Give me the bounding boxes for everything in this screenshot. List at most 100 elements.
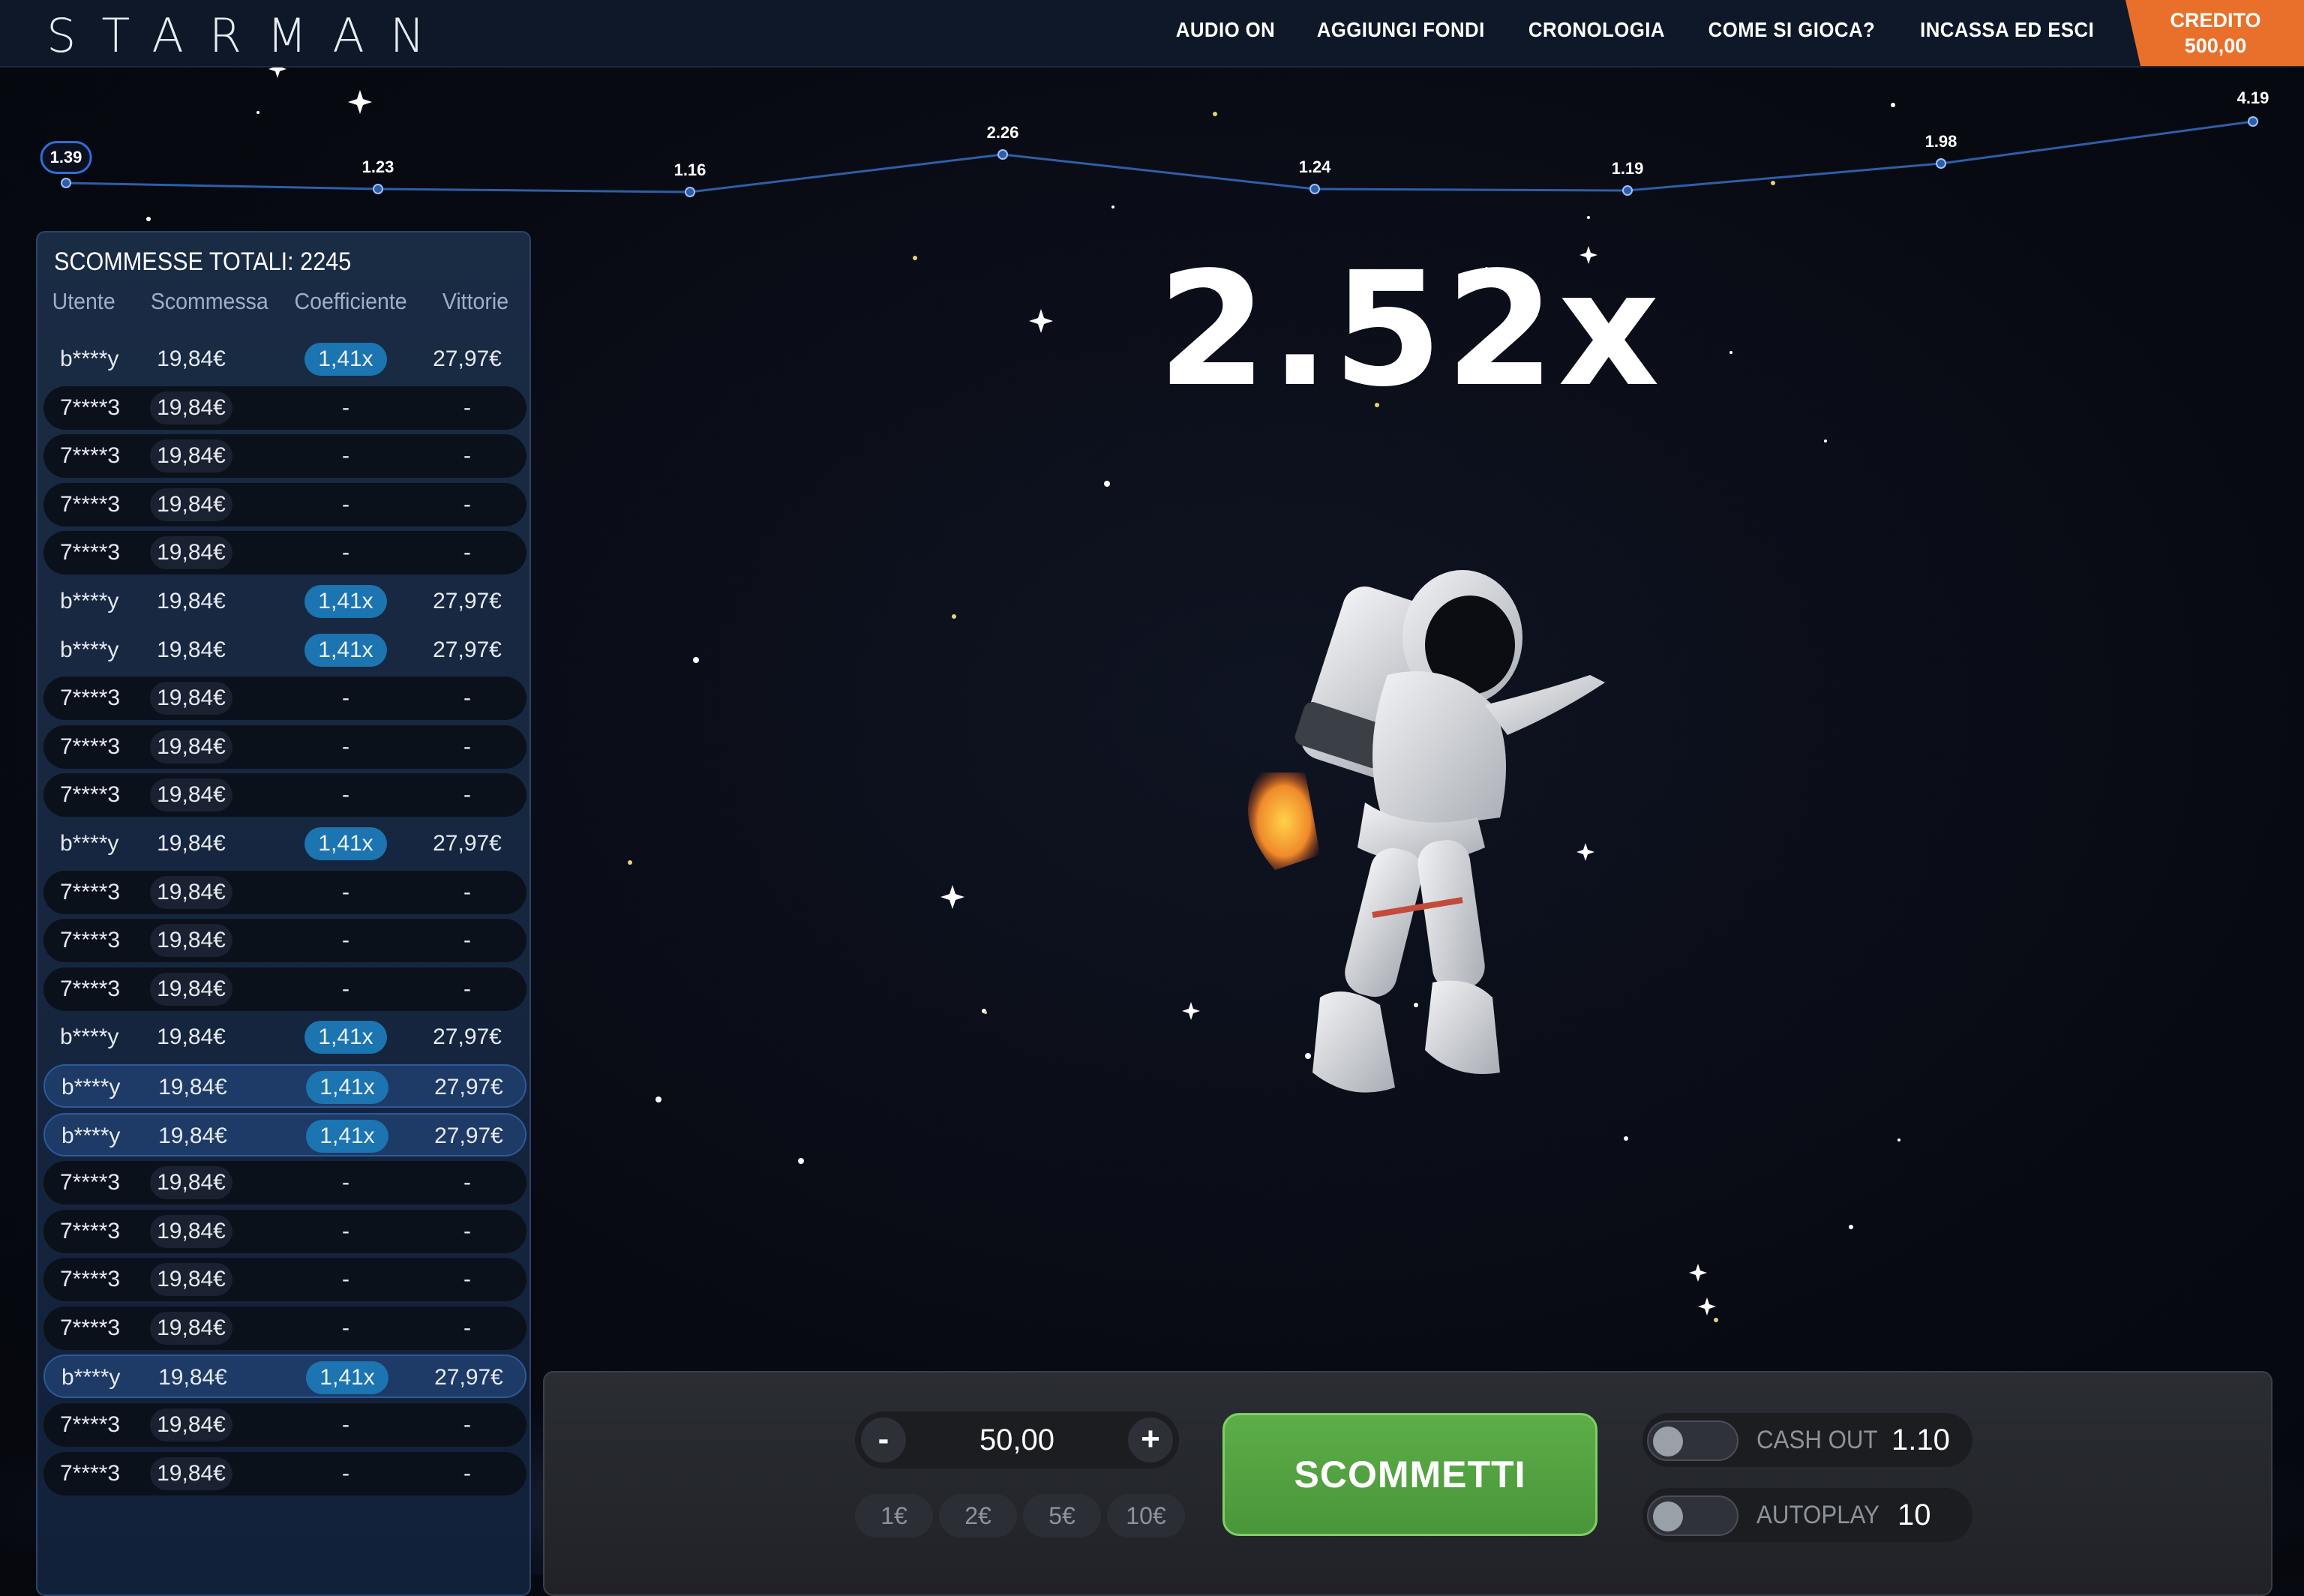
row-user: 7****3 — [60, 1412, 121, 1438]
how-to-play-link[interactable]: COME SI GIOCA? — [1708, 18, 1875, 42]
multiplier-history: 1.39 1.23 1.16 2.26 1.24 1.19 1.98 4.19 — [0, 68, 2304, 232]
row-win: - — [464, 879, 471, 904]
main-nav: AUDIO ON AGGIUNGI FONDI CRONOLOGIA COME … — [1172, 0, 2102, 60]
row-bet: 19,84€ — [150, 391, 232, 424]
current-multiplier: 2.52x — [1157, 238, 1663, 422]
row-win: - — [464, 1315, 471, 1340]
quick-amount-button[interactable]: 1€ — [855, 1494, 933, 1538]
row-bet: 19,84€ — [157, 346, 226, 371]
table-row: 7****3 19,84€ - - — [44, 967, 526, 1011]
cashout-exit-link[interactable]: INCASSA ED ESCI — [1920, 18, 2094, 42]
row-user: b****y — [60, 1024, 119, 1050]
row-win: - — [464, 734, 471, 759]
row-coef: 1,41x — [304, 633, 387, 667]
history-value[interactable]: 1.16 — [674, 160, 706, 180]
row-coef: 1,41x — [306, 1361, 388, 1395]
row-coef: - — [342, 928, 350, 953]
row-user: 7****3 — [60, 1315, 121, 1340]
table-row: 7****3 19,84€ - - — [44, 1306, 526, 1350]
autoplay-row: AUTOPLAY 10 — [1642, 1488, 1972, 1542]
quick-amount-button[interactable]: 2€ — [939, 1494, 1017, 1538]
row-win: - — [464, 686, 471, 711]
history-value[interactable]: 1.98 — [1925, 132, 1958, 152]
row-user: b****y — [60, 346, 119, 371]
row-win: - — [464, 491, 471, 517]
row-bet: 19,84€ — [150, 440, 232, 473]
row-user: 7****3 — [60, 1218, 121, 1244]
table-row: b****y 19,84€ 1,41x 27,97€ — [44, 822, 526, 866]
toggle-knob — [1653, 1426, 1683, 1456]
row-user: 7****3 — [60, 1460, 121, 1486]
quick-amount-button[interactable]: 5€ — [1023, 1494, 1101, 1538]
amount-stepper: - 50,00 + — [855, 1412, 1179, 1468]
row-bet: 19,84€ — [150, 536, 232, 570]
table-row: 7****3 19,84€ - - — [44, 676, 526, 721]
credit-label: CREDITO — [2170, 9, 2261, 32]
row-coef: 1,41x — [306, 1070, 388, 1104]
table-row: 7****3 19,84€ - - — [44, 386, 526, 430]
row-coef: - — [342, 540, 350, 566]
table-row: b****y 19,84€ 1,41x 27,97€ — [44, 628, 526, 672]
table-row: b****y 19,84€ 1,41x 27,97€ — [44, 1064, 526, 1108]
row-bet: 19,84€ — [150, 488, 232, 521]
row-bet: 19,84€ — [150, 1311, 232, 1345]
cashout-toggle[interactable] — [1647, 1420, 1738, 1461]
row-bet: 19,84€ — [150, 682, 232, 716]
autoplay-value[interactable]: 10 — [1898, 1488, 1931, 1542]
row-bet: 19,84€ — [150, 875, 232, 909]
row-bet: 19,84€ — [150, 778, 232, 812]
quick-amount-button[interactable]: 10€ — [1107, 1494, 1185, 1538]
audio-toggle-link[interactable]: AUDIO ON — [1176, 18, 1275, 42]
astronaut-illustration — [1248, 570, 1605, 1093]
row-win: 27,97€ — [433, 1024, 502, 1050]
history-value[interactable]: 1.19 — [1612, 159, 1644, 178]
starman-logo: STARMAN — [46, 8, 451, 63]
row-win: 27,97€ — [433, 830, 502, 856]
history-value[interactable]: 1.39 — [40, 141, 92, 174]
row-user: 7****3 — [60, 443, 121, 469]
cashout-value[interactable]: 1.10 — [1892, 1413, 1950, 1467]
col-user: Utente — [52, 288, 116, 314]
row-coef: - — [342, 394, 350, 420]
history-link[interactable]: CRONOLOGIA — [1528, 18, 1665, 42]
increase-button[interactable]: + — [1128, 1418, 1173, 1462]
place-bet-button[interactable]: SCOMMETTI — [1222, 1413, 1598, 1536]
history-value[interactable]: 2.26 — [987, 123, 1019, 142]
row-coef: 1,41x — [306, 1119, 388, 1153]
row-coef: - — [342, 1460, 350, 1486]
table-row: 7****3 19,84€ - - — [44, 1161, 526, 1205]
row-win: - — [464, 540, 471, 566]
history-line — [61, 116, 2258, 197]
table-row: 7****3 19,84€ - - — [44, 1209, 526, 1253]
row-win: - — [464, 1267, 471, 1292]
row-user: b****y — [60, 637, 119, 662]
row-win: 27,97€ — [434, 1123, 503, 1148]
table-row: b****y 19,84€ 1,41x 27,97€ — [44, 1016, 526, 1059]
amount-input[interactable]: 50,00 — [908, 1412, 1126, 1468]
row-bet: 19,84€ — [158, 1365, 227, 1390]
decrease-button[interactable]: - — [861, 1418, 906, 1462]
table-row: 7****3 19,84€ - - — [44, 919, 526, 963]
row-bet: 19,84€ — [157, 637, 226, 662]
row-bet: 19,84€ — [150, 1166, 232, 1200]
history-value[interactable]: 4.19 — [2237, 88, 2270, 108]
autoplay-toggle[interactable] — [1647, 1496, 1738, 1536]
row-user: b****y — [62, 1365, 121, 1390]
add-funds-link[interactable]: AGGIUNGI FONDI — [1317, 18, 1485, 42]
table-row: b****y 19,84€ 1,41x 27,97€ — [44, 1354, 526, 1399]
row-coef: - — [342, 1412, 350, 1438]
row-user: 7****3 — [60, 734, 121, 759]
bet-controls: - 50,00 + 1€ 2€ 5€ 10€ SCOMMETTI CASH OU… — [543, 1371, 2272, 1596]
row-coef: 1,41x — [304, 343, 387, 376]
row-bet: 19,84€ — [150, 1408, 232, 1442]
row-bet: 19,84€ — [157, 1024, 226, 1050]
history-value[interactable]: 1.23 — [362, 158, 394, 177]
history-value[interactable]: 1.24 — [1299, 158, 1331, 177]
table-row: 7****3 19,84€ - - — [44, 724, 526, 769]
row-win: - — [464, 1460, 471, 1486]
row-bet: 19,84€ — [158, 1123, 227, 1148]
bets-table-body[interactable]: b****y 19,84€ 1,41x 27,97€ 7****3 19,84€ - -7**… — [44, 338, 526, 1500]
row-coef: 1,41x — [304, 1021, 387, 1054]
quick-amounts: 1€ 2€ 5€ 10€ — [855, 1494, 1185, 1538]
row-win: - — [464, 976, 471, 1001]
